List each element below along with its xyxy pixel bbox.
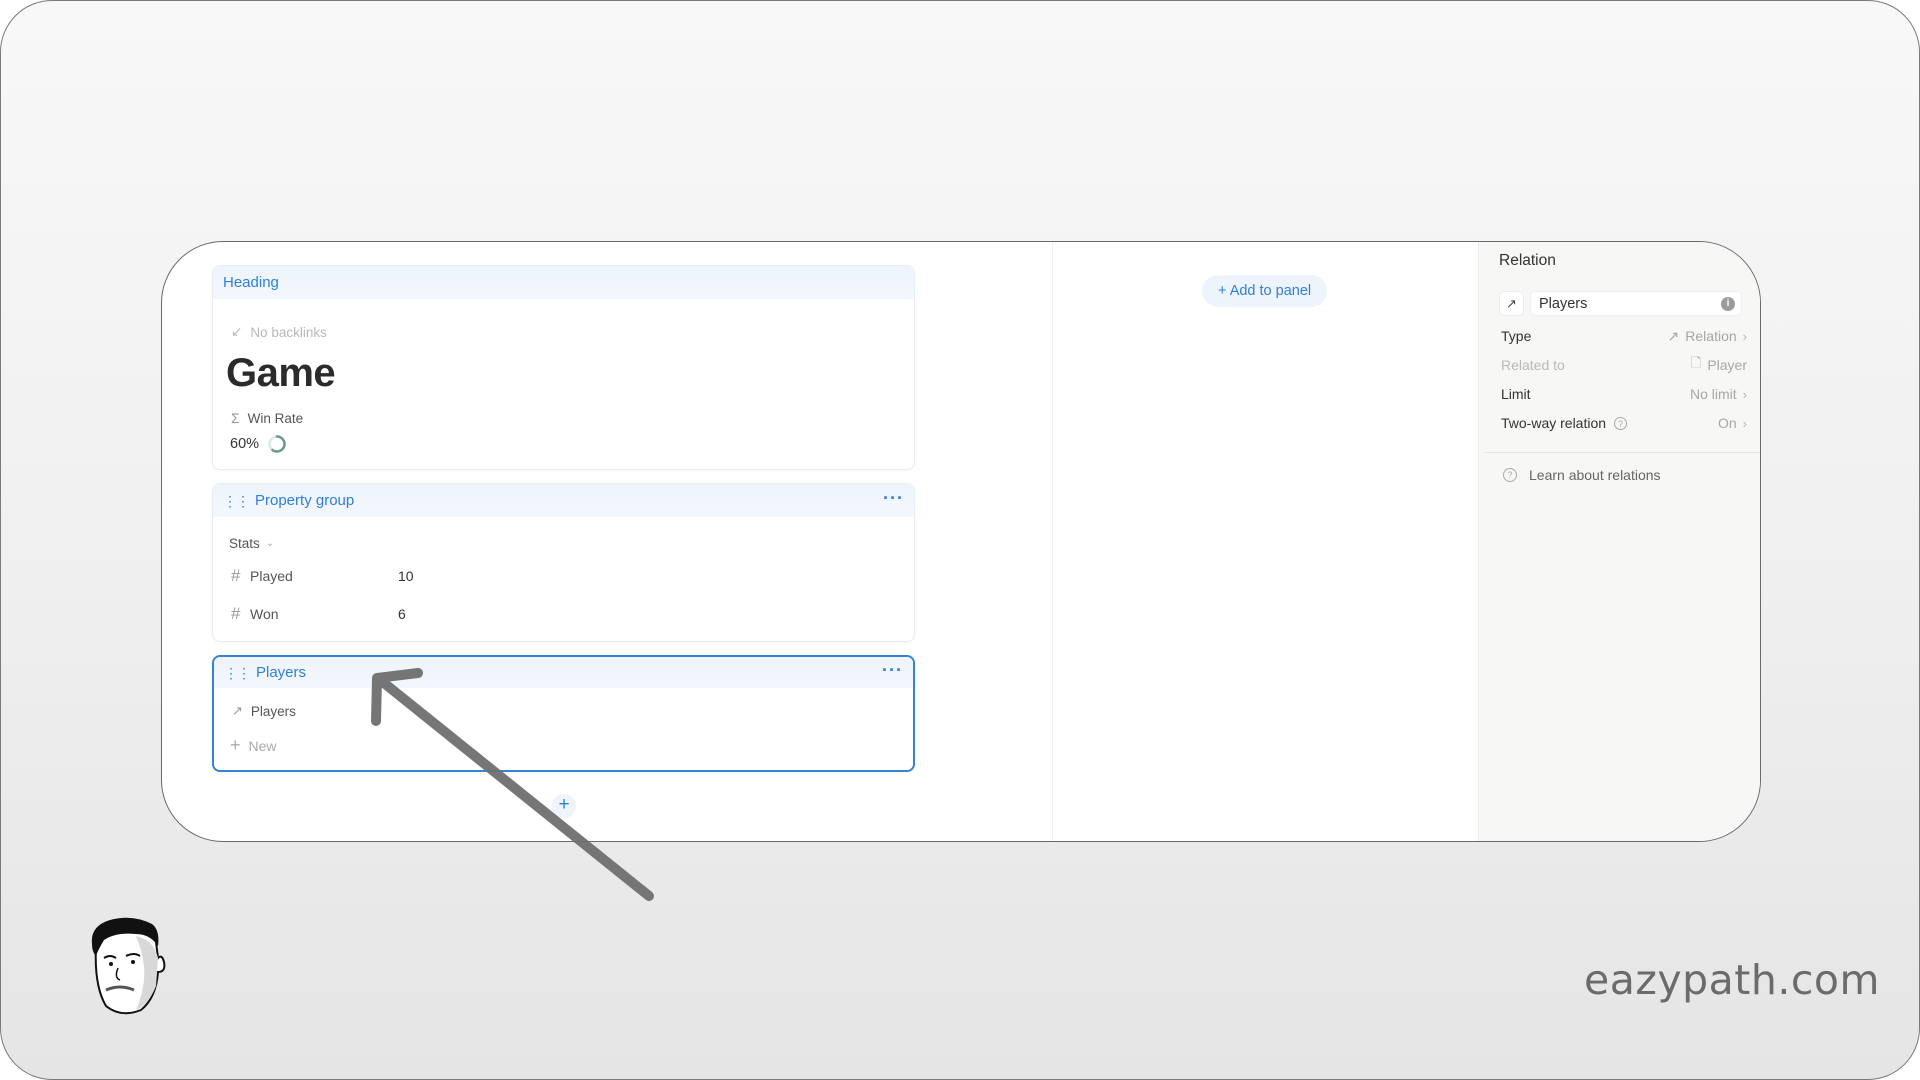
avatar — [91, 917, 166, 1015]
heading-card-header[interactable]: Heading — [213, 266, 914, 299]
help-icon[interactable]: ? — [1614, 416, 1628, 430]
chevron-down-icon: ⌄ — [265, 538, 275, 549]
page-icon: 🗋 — [1690, 355, 1702, 370]
new-relation-button[interactable]: + New — [230, 735, 277, 756]
limit-row[interactable]: Limit No limit › — [1501, 383, 1747, 405]
limit-value: No limit — [1689, 386, 1737, 402]
win-rate-text: 60% — [230, 436, 260, 452]
learn-about-relations-link[interactable]: ? Learn about relations — [1503, 467, 1661, 483]
related-to-value: Player — [1707, 357, 1747, 373]
panel-divider — [1485, 452, 1760, 453]
related-to-row: Related to 🗋 Player — [1501, 354, 1747, 376]
property-group-label: Property group — [255, 492, 355, 509]
relation-label: Players — [250, 703, 296, 719]
brand-watermark: eazypath.com — [1584, 956, 1880, 1004]
more-options-icon[interactable]: ··· — [883, 489, 904, 507]
type-value: Relation — [1685, 328, 1737, 344]
sigma-icon: Σ — [231, 410, 240, 426]
property-group-card[interactable]: ⋮⋮ Property group ··· Stats ⌄ # Played 1… — [212, 483, 915, 642]
win-rate-value: 60% — [230, 434, 287, 454]
property-row-won[interactable]: # Won 6 — [231, 604, 631, 624]
stats-group-toggle[interactable]: Stats ⌄ — [229, 536, 274, 551]
drag-handle-icon[interactable]: ⋮⋮ — [224, 666, 251, 680]
property-row-played[interactable]: # Played 10 — [231, 566, 631, 586]
property-icon-button[interactable]: ↗ — [1499, 291, 1524, 316]
new-label: New — [248, 737, 277, 754]
stats-label: Stats — [229, 536, 260, 551]
add-block-button[interactable]: + — [552, 794, 576, 818]
learn-label: Learn about relations — [1529, 467, 1661, 483]
related-to-label: Related to — [1501, 357, 1565, 373]
property-label: Played — [250, 568, 293, 584]
two-way-value: On — [1717, 415, 1737, 431]
hash-icon: # — [231, 604, 241, 623]
win-rate-label: Σ Win Rate — [231, 410, 303, 426]
drag-handle-icon[interactable]: ⋮⋮ — [223, 494, 250, 508]
players-card[interactable]: ⋮⋮ Players ··· ↗ Players + New — [212, 655, 915, 772]
arrow-up-right-icon: ↗ — [232, 703, 243, 718]
add-to-panel-button[interactable]: + Add to panel — [1202, 275, 1328, 307]
page-title: Game — [226, 351, 336, 395]
panel-title: Relation — [1499, 252, 1556, 269]
progress-ring-icon — [268, 435, 286, 453]
backlinks: ↙ No backlinks — [231, 324, 327, 340]
info-icon[interactable]: i — [1721, 297, 1735, 311]
backlinks-text: No backlinks — [250, 324, 327, 340]
relation-settings-panel: Relation ↗ Players i Type ↗ Relation › R… — [1478, 242, 1760, 841]
property-name-input[interactable]: Players i — [1530, 291, 1742, 316]
arrow-down-left-icon: ↙ — [231, 324, 243, 339]
property-name-value: Players — [1539, 295, 1588, 312]
players-card-label: Players — [256, 664, 307, 681]
arrow-up-right-icon: ↗ — [1506, 295, 1517, 311]
two-way-relation-row[interactable]: Two-way relation ? On › — [1501, 412, 1747, 434]
plus-icon: + — [230, 735, 241, 755]
heading-card-label: Heading — [223, 274, 279, 291]
limit-label: Limit — [1501, 386, 1531, 402]
arrow-up-right-icon: ↗ — [1667, 327, 1680, 344]
players-card-header[interactable]: ⋮⋮ Players ··· — [214, 657, 913, 688]
heading-card[interactable]: Heading ↙ No backlinks Game Σ Win Rate 6… — [212, 265, 915, 470]
relation-property[interactable]: ↗ Players — [232, 703, 296, 719]
page: Heading ↙ No backlinks Game Σ Win Rate 6… — [0, 0, 1920, 1080]
more-options-icon[interactable]: ··· — [882, 661, 903, 679]
property-label: Won — [250, 606, 279, 622]
two-way-label: Two-way relation — [1501, 415, 1607, 431]
column-divider — [1052, 242, 1053, 841]
property-value[interactable]: 10 — [398, 568, 414, 584]
chevron-right-icon: › — [1742, 328, 1747, 344]
chevron-right-icon: › — [1742, 415, 1747, 431]
help-icon: ? — [1503, 468, 1517, 482]
app-window: Heading ↙ No backlinks Game Σ Win Rate 6… — [161, 241, 1761, 842]
hash-icon: # — [231, 566, 241, 585]
property-value[interactable]: 6 — [398, 606, 406, 622]
type-label: Type — [1501, 328, 1532, 344]
property-group-header[interactable]: ⋮⋮ Property group ··· — [213, 484, 914, 517]
chevron-right-icon: › — [1742, 386, 1747, 402]
type-row[interactable]: Type ↗ Relation › — [1501, 325, 1747, 347]
win-rate-label-text: Win Rate — [247, 410, 304, 426]
